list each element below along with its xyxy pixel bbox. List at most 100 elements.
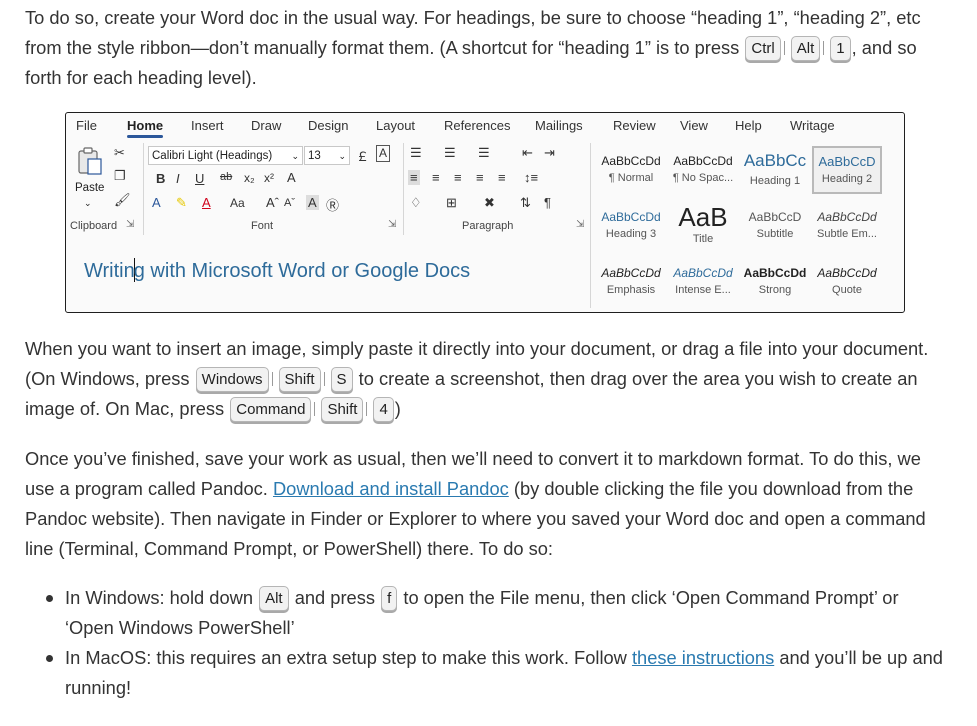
list-item-windows: In Windows: hold down Alt and press f to… [25, 583, 950, 643]
font-case-icon[interactable]: Aa [230, 196, 245, 210]
line-spacing-icon[interactable]: ↕≡ [524, 170, 538, 185]
style-name: Title [692, 233, 714, 245]
shading-icon[interactable]: ♢ [410, 195, 422, 211]
tab-view[interactable]: View [680, 118, 708, 133]
document-heading-text[interactable]: Writing with Microsoft Word or Google Do… [84, 258, 470, 283]
style-subtitle[interactable]: AaBbCcD Subtitle [740, 202, 810, 250]
tab-insert[interactable]: Insert [191, 118, 224, 133]
italic-icon[interactable]: I [176, 171, 180, 186]
tab-writage[interactable]: Writage [790, 118, 835, 133]
style-name: Quote [832, 284, 862, 296]
these-instructions-link[interactable]: these instructions [632, 647, 774, 668]
key-separator [366, 402, 370, 416]
strikethrough-icon[interactable]: ab [220, 171, 232, 183]
align-right-icon[interactable]: ≡ [454, 170, 462, 185]
borders-icon[interactable]: ⊞ [446, 195, 457, 211]
style-no-spacing[interactable]: AaBbCcDd ¶ No Spac... [668, 146, 738, 194]
style-strong[interactable]: AaBbCcDd Strong [740, 258, 810, 306]
group-divider [590, 143, 591, 308]
pilcrow-icon[interactable]: ¶ [544, 195, 551, 210]
ribbon-tabs: File Home Insert Draw Design Layout Refe… [66, 113, 904, 141]
group-divider [143, 143, 144, 235]
tab-help[interactable]: Help [735, 118, 762, 133]
tab-review[interactable]: Review [613, 118, 656, 133]
style-name: Strong [758, 284, 792, 296]
underline-icon[interactable]: U [195, 171, 204, 186]
style-subtle-emphasis[interactable]: AaBbCcDd Subtle Em... [812, 202, 882, 250]
align-left-icon[interactable]: ≡ [408, 170, 420, 185]
key-windows: Windows [195, 367, 269, 392]
sort-icon[interactable]: ⇅ [520, 195, 531, 211]
multilevel-list-icon[interactable]: ☰ [478, 145, 490, 161]
text-effect-icon[interactable]: A [152, 195, 161, 210]
style-heading-3[interactable]: AaBbCcDd Heading 3 [596, 202, 666, 250]
tab-references[interactable]: References [444, 118, 510, 133]
list-text: In MacOS: this requires an extra setup s… [65, 647, 627, 668]
style-normal[interactable]: AaBbCcDd ¶ Normal [596, 146, 666, 194]
style-heading-1[interactable]: AaBbCc Heading 1 [740, 146, 810, 194]
tab-home[interactable]: Home [127, 118, 164, 138]
change-case-icon[interactable]: A [376, 145, 391, 162]
tab-layout[interactable]: Layout [376, 118, 415, 133]
increase-indent-icon[interactable]: ⇥ [544, 145, 555, 161]
paste-button[interactable]: Paste ⌄ [72, 146, 106, 209]
style-name: Heading 1 [749, 175, 801, 187]
chevron-down-icon[interactable]: ⌄ [84, 198, 92, 209]
align-center-icon[interactable]: ≡ [432, 170, 440, 185]
distributed-icon[interactable]: ≡ [498, 170, 506, 185]
bullets-icon[interactable]: ☰ [410, 145, 422, 161]
style-sample: AaB [678, 202, 728, 232]
format-painter-icon[interactable]: 🖌 [114, 192, 131, 208]
image-text-end: ) [394, 398, 401, 419]
asian-layout-icon[interactable]: ✖ [484, 195, 495, 211]
intro-paragraph: To do so, create your Word doc in the us… [25, 3, 950, 93]
dialog-launcher-icon[interactable]: ⇲ [388, 219, 396, 230]
style-emphasis[interactable]: AaBbCcDd Emphasis [596, 258, 666, 306]
bold-icon[interactable]: B [156, 171, 165, 186]
numbering-icon[interactable]: ☰ [444, 145, 456, 161]
key-separator [271, 372, 276, 386]
key-command: Command [230, 397, 312, 422]
key-shift: Shift [321, 397, 364, 422]
font-size-dropdown[interactable]: 13 ⌄ [304, 146, 350, 165]
style-heading-2[interactable]: AaBbCcD Heading 2 [812, 146, 882, 194]
style-sample: AaBbCcDd [817, 210, 877, 224]
image-paragraph: When you want to insert an image, simply… [25, 334, 950, 424]
style-intense-emphasis[interactable]: AaBbCcDd Intense E... [668, 258, 738, 306]
justify-icon[interactable]: ≡ [476, 170, 484, 185]
cut-icon[interactable]: ✂ [114, 145, 125, 161]
highlight-icon[interactable]: ✎ [176, 195, 187, 211]
font-size-value: 13 [308, 150, 321, 162]
subscript-icon[interactable]: x₂ [244, 171, 255, 185]
style-title[interactable]: AaB Title [668, 202, 738, 250]
key-4: 4 [373, 397, 394, 422]
key-alt: Alt [259, 586, 289, 611]
key-shift: Shift [278, 367, 321, 392]
style-name: Heading 3 [605, 228, 657, 240]
style-quote[interactable]: AaBbCcDd Quote [812, 258, 882, 306]
style-sample: AaBbCcDd [601, 154, 661, 168]
tab-draw[interactable]: Draw [251, 118, 281, 133]
character-shading-icon[interactable]: A [306, 195, 319, 210]
enclose-character-icon[interactable]: Ⓡ [326, 195, 339, 214]
key-f: f [381, 586, 398, 611]
font-color-icon[interactable]: A [202, 195, 211, 210]
style-sample: AaBbCcDd [601, 210, 661, 224]
decrease-indent-icon[interactable]: ⇤ [522, 145, 533, 161]
dialog-launcher-icon[interactable]: ⇲ [576, 219, 584, 230]
tab-file[interactable]: File [76, 118, 97, 133]
grow-font-icon[interactable]: Aˆ [266, 195, 279, 210]
tab-mailings[interactable]: Mailings [535, 118, 583, 133]
style-sample: AaBbCcDd [673, 266, 733, 280]
superscript-icon[interactable]: x² [264, 171, 274, 185]
clear-formatting-icon[interactable]: ￡ [356, 146, 369, 165]
dialog-launcher-icon[interactable]: ⇲ [126, 219, 134, 230]
shrink-font-icon[interactable]: Aˇ [284, 197, 295, 209]
style-sample: AaBbCcDd [673, 154, 733, 168]
pandoc-download-link[interactable]: Download and install Pandoc [273, 478, 509, 499]
style-sample: AaBbCcD [748, 210, 802, 224]
copy-icon[interactable]: ❐ [114, 168, 126, 184]
text-effects-icon[interactable]: A [287, 170, 296, 185]
font-name-dropdown[interactable]: Calibri Light (Headings) ⌄ [148, 146, 303, 165]
tab-design[interactable]: Design [308, 118, 348, 133]
